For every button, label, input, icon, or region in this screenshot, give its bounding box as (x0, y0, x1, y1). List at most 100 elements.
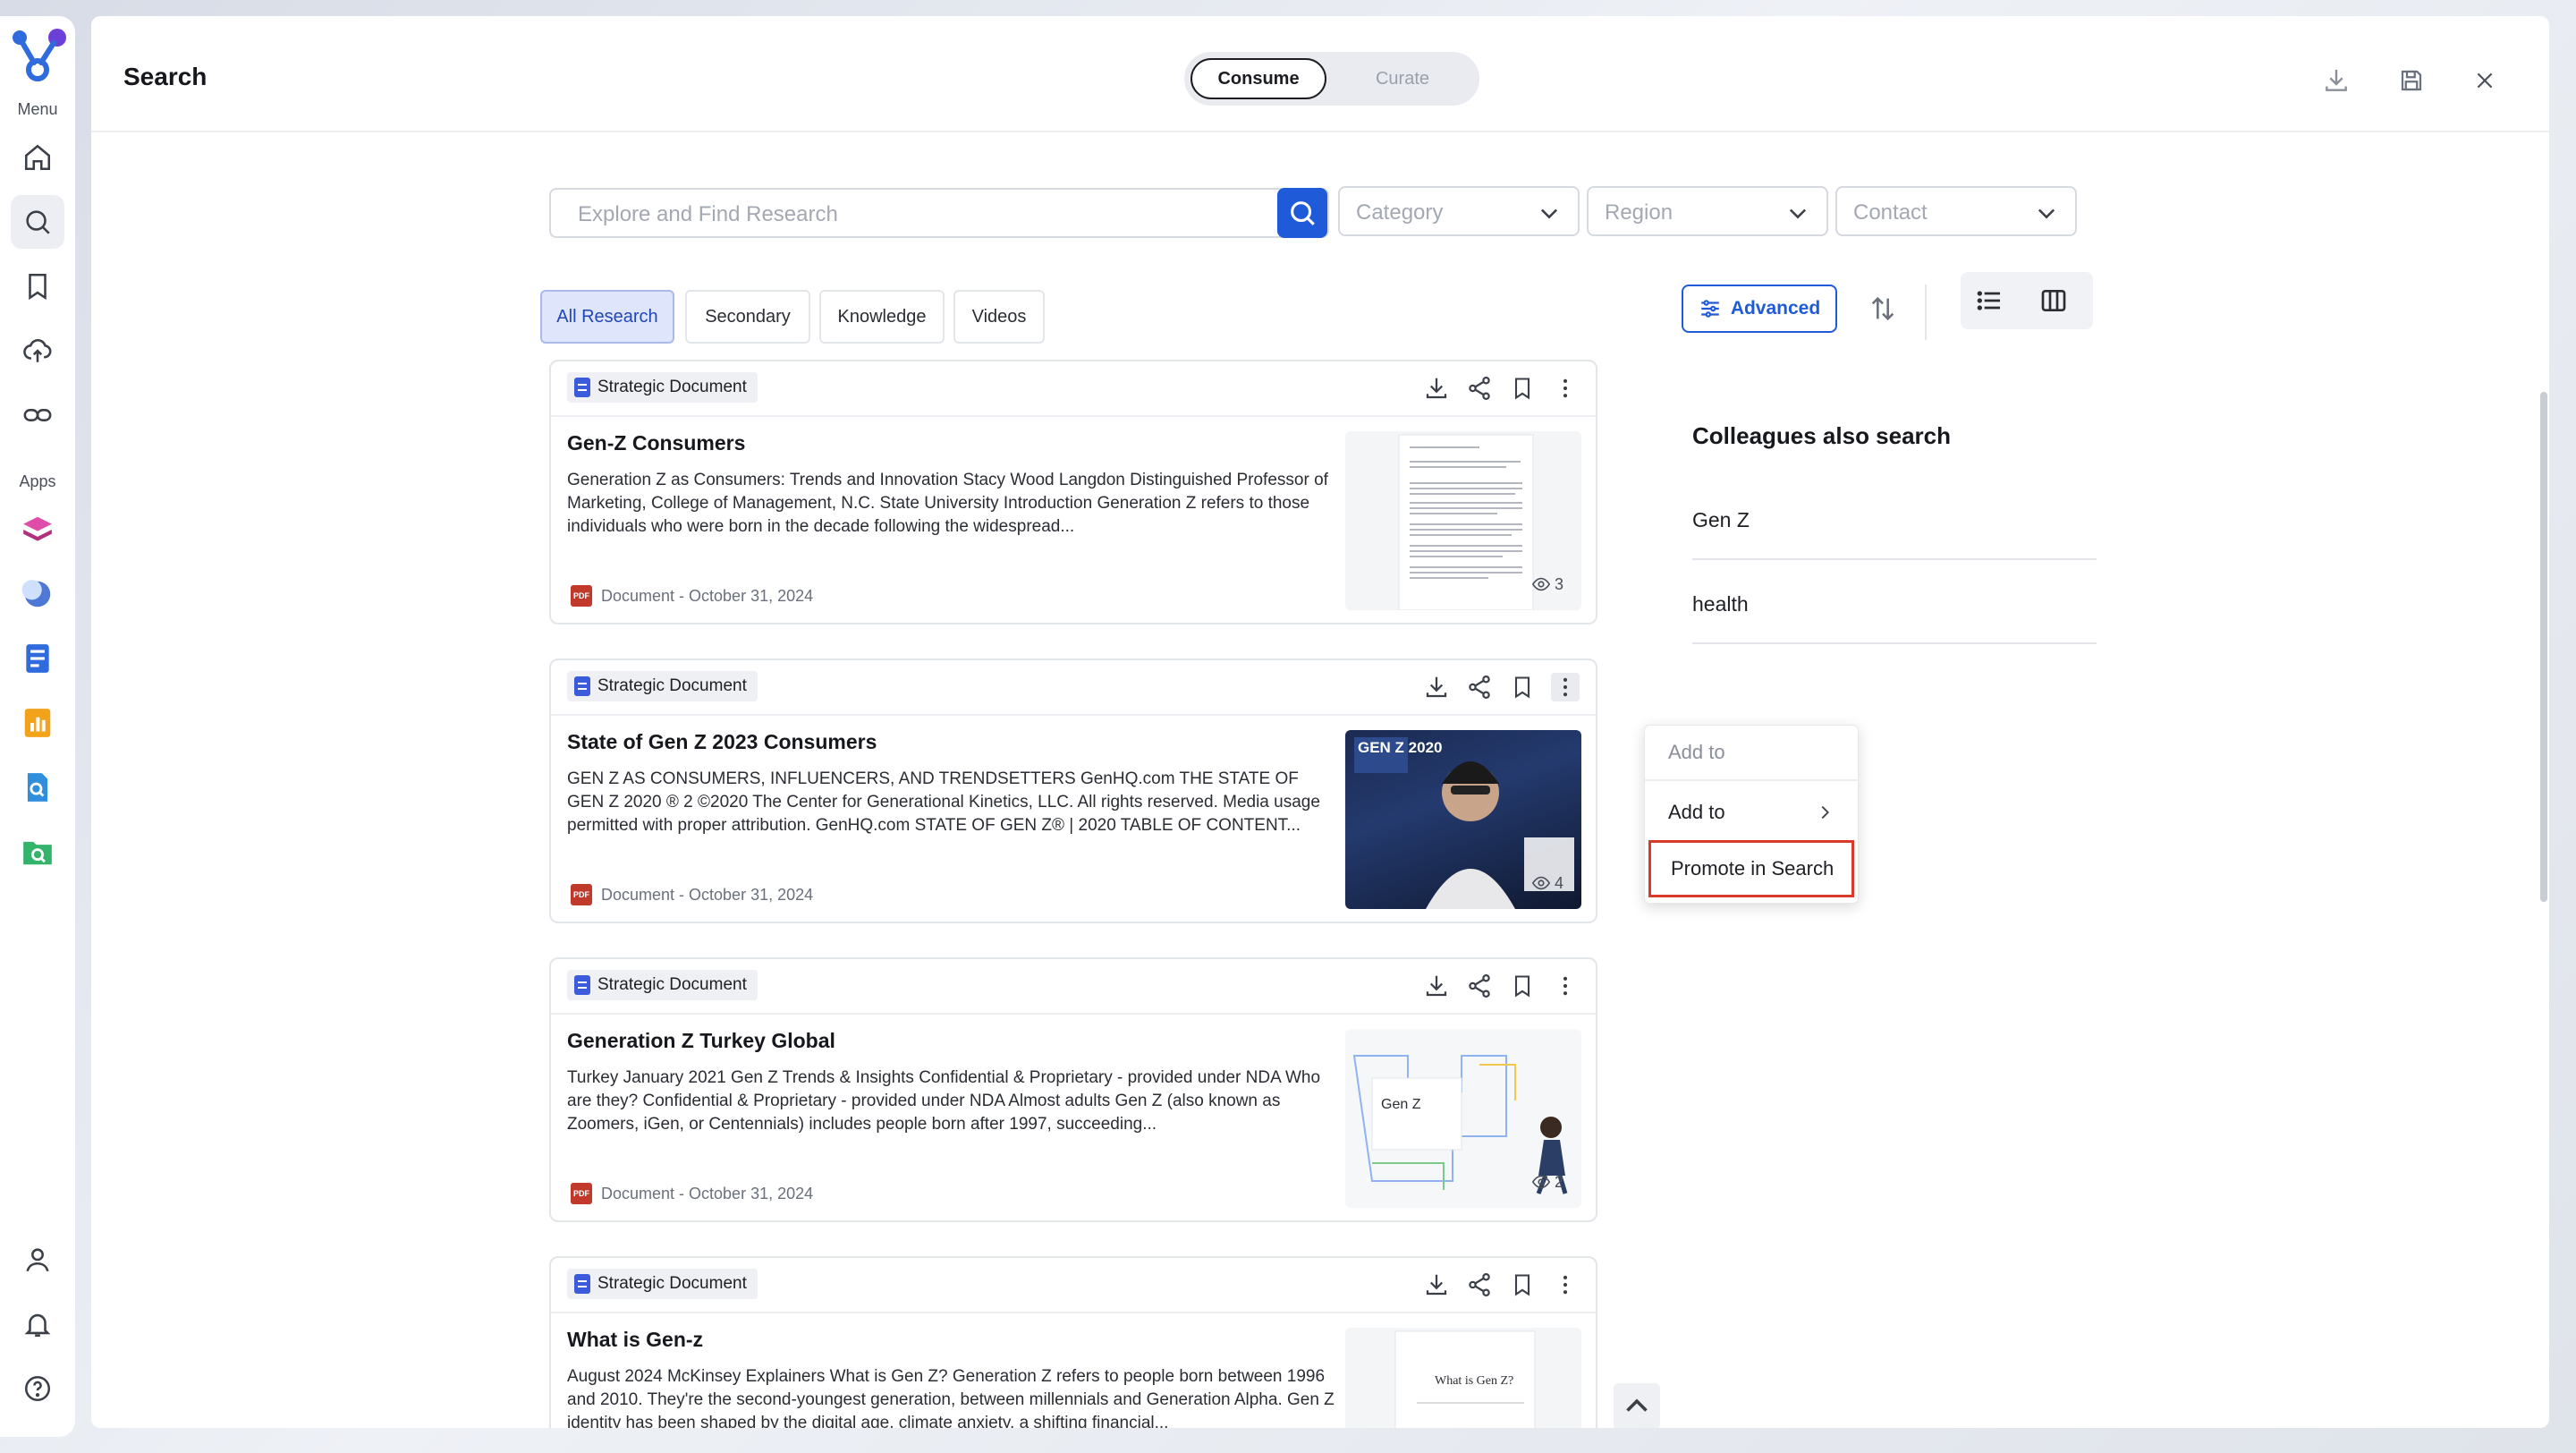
thumbnail-caption: GEN Z 2020 (1358, 739, 1443, 756)
download-icon[interactable] (1422, 374, 1451, 403)
more-options-icon[interactable] (1551, 374, 1580, 403)
view-count: 3 (1531, 574, 1563, 594)
result-description: August 2024 McKinsey Explainers What is … (567, 1367, 1335, 1428)
result-description: GEN Z AS CONSUMERS, INFLUENCERS, AND TRE… (567, 769, 1320, 835)
result-meta: PDF Document - October 31, 2024 (571, 585, 813, 607)
link-icon[interactable] (11, 388, 64, 442)
toolbar-divider (1925, 285, 1927, 340)
save-icon[interactable] (2392, 61, 2431, 100)
upload-icon[interactable] (11, 324, 64, 378)
help-icon[interactable] (11, 1362, 64, 1415)
download-icon[interactable] (1422, 673, 1451, 701)
moon-app-icon[interactable] (11, 567, 64, 621)
result-card[interactable]: Strategic Document Gen-Z Consumers Gener… (549, 360, 1597, 625)
tab-all-research[interactable]: All Research (540, 290, 674, 344)
scrollbar[interactable] (2540, 392, 2547, 902)
folder-search-app-icon[interactable] (11, 825, 64, 879)
result-meta: PDF Document - October 31, 2024 (571, 1183, 813, 1204)
eye-icon (1531, 1175, 1551, 1189)
menu-item-add-to[interactable]: Add to (1645, 785, 1858, 840)
view-count-value: 3 (1554, 574, 1563, 593)
doc-type-badge: Strategic Document (567, 671, 758, 701)
result-meta: PDF Document - October 31, 2024 (571, 884, 813, 905)
category-dropdown[interactable]: Category (1338, 186, 1580, 236)
search-input[interactable] (576, 199, 1259, 231)
contact-dropdown[interactable]: Contact (1835, 186, 2077, 236)
doc-type-badge: Strategic Document (567, 970, 758, 1000)
download-icon[interactable] (1422, 1270, 1451, 1299)
result-title[interactable]: Generation Z Turkey Global (567, 1029, 835, 1053)
doc-search-app-icon[interactable] (11, 760, 64, 814)
region-dropdown[interactable]: Region (1587, 186, 1828, 236)
sort-icon[interactable] (1862, 288, 1903, 329)
chevron-right-icon (1815, 803, 1835, 828)
chart-app-icon[interactable] (11, 696, 64, 750)
result-card-header: Strategic Document (551, 959, 1596, 1015)
tab-knowledge[interactable]: Knowledge (819, 290, 945, 344)
list-view-icon[interactable] (1970, 281, 2009, 320)
app-rail: Menu Apps (0, 16, 75, 1437)
bookmark-icon[interactable] (11, 259, 64, 313)
thumbnail-caption: Gen Z (1381, 1097, 1421, 1112)
download-icon[interactable] (1422, 972, 1451, 1000)
close-icon[interactable] (2465, 61, 2504, 100)
bookmark-icon[interactable] (1508, 972, 1537, 1000)
suggestion-label: Gen Z (1692, 508, 1750, 531)
search-icon[interactable] (11, 195, 64, 249)
document-icon (574, 1274, 590, 1294)
scroll-to-top-button[interactable] (1614, 1383, 1660, 1428)
chevron-down-icon (2034, 200, 2059, 230)
more-options-icon[interactable] (1551, 972, 1580, 1000)
doc-type-label: Strategic Document (597, 378, 747, 396)
bookmark-icon[interactable] (1508, 374, 1537, 403)
search-submit-button[interactable] (1277, 188, 1327, 238)
mode-toggle: Consume Curate (1184, 52, 1479, 106)
doc-type-label: Strategic Document (597, 975, 747, 994)
colleagues-heading: Colleagues also search (1692, 422, 1952, 449)
doc-type-badge: Strategic Document (567, 1269, 758, 1299)
result-card-header: Strategic Document (551, 1258, 1596, 1313)
home-icon[interactable] (11, 131, 64, 184)
result-card[interactable]: Strategic Document What is Gen-z August … (549, 1256, 1597, 1428)
result-thumbnail[interactable]: What is Gen Z? (1345, 1328, 1581, 1428)
result-title[interactable]: State of Gen Z 2023 Consumers (567, 730, 877, 754)
share-icon[interactable] (1465, 374, 1494, 403)
form-app-icon[interactable] (11, 632, 64, 685)
tab-videos[interactable]: Videos (953, 290, 1045, 344)
advanced-filter-button[interactable]: Advanced (1682, 285, 1837, 333)
result-title[interactable]: Gen-Z Consumers (567, 431, 745, 455)
doc-type-label: Strategic Document (597, 1274, 747, 1293)
share-icon[interactable] (1465, 1270, 1494, 1299)
stack-app-icon[interactable] (11, 503, 64, 557)
share-icon[interactable] (1465, 972, 1494, 1000)
brand-logo-icon[interactable] (7, 23, 68, 84)
user-icon[interactable] (11, 1233, 64, 1287)
chevron-down-icon (1537, 200, 1562, 230)
chevron-down-icon (1785, 200, 1810, 230)
mode-curate-button[interactable]: Curate (1332, 58, 1473, 99)
tab-secondary[interactable]: Secondary (685, 290, 810, 344)
result-card[interactable]: Strategic Document Generation Z Turkey G… (549, 957, 1597, 1222)
menu-item-add-to-label: Add to (1668, 801, 1725, 823)
column-view-icon[interactable] (2034, 281, 2073, 320)
document-icon (574, 676, 590, 696)
view-count: 4 (1531, 873, 1563, 893)
suggestion-item[interactable]: health (1692, 558, 2097, 644)
bookmark-icon[interactable] (1508, 1270, 1537, 1299)
bell-icon[interactable] (11, 1297, 64, 1351)
search-panel: Search Consume Curate Category Region Co… (91, 16, 2549, 1428)
mode-consume-button[interactable]: Consume (1191, 58, 1326, 99)
share-icon[interactable] (1465, 673, 1494, 701)
result-card[interactable]: Strategic Document State of Gen Z 2023 C… (549, 659, 1597, 923)
result-meta-text: Document - October 31, 2024 (601, 1184, 814, 1202)
suggestion-item[interactable]: Gen Z (1692, 474, 2097, 560)
more-options-icon[interactable] (1551, 1270, 1580, 1299)
more-options-icon[interactable] (1551, 673, 1580, 701)
download-icon[interactable] (2317, 61, 2356, 100)
result-title[interactable]: What is Gen-z (567, 1328, 703, 1352)
doc-type-badge: Strategic Document (567, 372, 758, 403)
document-icon (574, 975, 590, 995)
menu-item-promote-in-search[interactable]: Promote in Search (1648, 840, 1854, 897)
chevron-up-icon (1626, 1398, 1648, 1412)
bookmark-icon[interactable] (1508, 673, 1537, 701)
